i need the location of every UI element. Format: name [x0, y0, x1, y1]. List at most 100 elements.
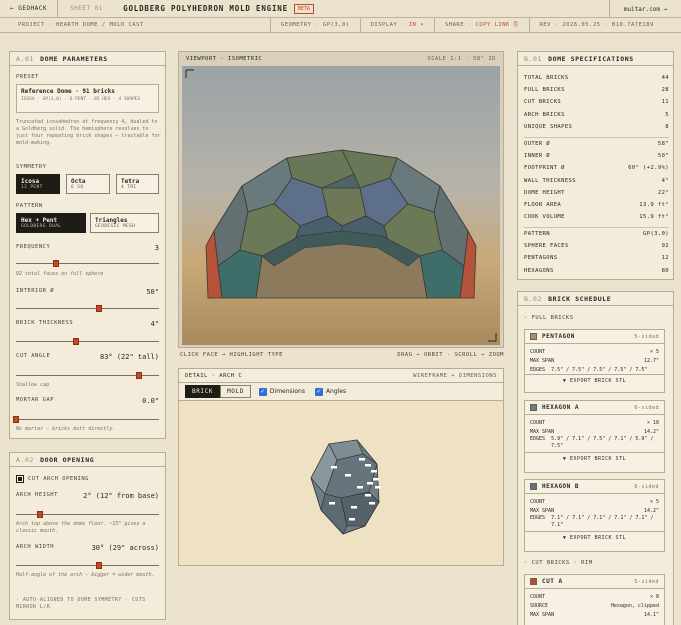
brick-schedule-panel: B.02 BRICK SCHEDULE · FULL BRICKS PENTAGO…	[517, 291, 674, 625]
dome-parameters-panel: A.01 DOME PARAMETERS PRESET Reference Dom…	[9, 51, 166, 439]
arch-height-value: 2° (12" from base)	[83, 492, 159, 500]
cut-angle-note: Shallow cap	[16, 382, 50, 388]
mortar-value: 0.0"	[142, 397, 159, 405]
viewport-panel[interactable]: VIEWPORT · ISOMETRIC SCALE 1:1 · 58" ID	[178, 51, 504, 348]
symmetry-octa[interactable]: Octa 6 SQ	[66, 174, 110, 194]
viewport-hint-right: DRAG → ORBIT · SCROLL → ZOOM	[397, 352, 504, 358]
angles-toggle[interactable]: ✓ Angles	[314, 387, 346, 396]
panel-header: A.01 DOME PARAMETERS	[10, 52, 165, 66]
spec-row: CUT BRICKS 11	[524, 99, 669, 106]
thickness-slider[interactable]	[16, 338, 159, 345]
arch-height-knob[interactable]	[37, 511, 44, 518]
brick-swatch	[530, 404, 537, 411]
cut-arch-checkbox[interactable]: CUT ARCH OPENING	[16, 475, 89, 483]
brick-detail-view[interactable]	[179, 402, 503, 565]
preset-description: Truncated icosahedron at frequency 4, du…	[16, 119, 161, 146]
frequency-note: 92 total faces on full sphere	[16, 271, 104, 277]
spec-row: FOOTPRINT Ø 60" (+2.9%)	[524, 165, 669, 172]
spec-row: HEXAGONS 80	[524, 267, 669, 274]
brick-swatch	[530, 578, 537, 585]
panel-header: B.01 DOME SPECIFICATIONS	[518, 52, 673, 66]
cut-angle-value: 83° (22" tall)	[99, 353, 159, 361]
beta-badge: BETA	[293, 3, 314, 14]
pattern-triangles[interactable]: Triangles GEODESIC MESH	[90, 213, 159, 233]
brick-card-cut-a[interactable]: CUT A 5-sided COUNT × 8 SOURCE Hexagon, cli…	[524, 574, 665, 625]
export-stl-button[interactable]: ▼ EXPORT BRICK STL	[525, 531, 664, 543]
site-link[interactable]: muitar.com →	[609, 0, 681, 18]
arch-width-row: ARCH WIDTH 30° (29" across)	[16, 544, 159, 552]
spec-row: COOK VOLUME 15.9 ft³	[524, 214, 669, 221]
full-bricks-label: · FULL BRICKS	[524, 315, 574, 321]
tab-mold[interactable]: MOLD	[220, 385, 251, 398]
arch-width-knob[interactable]	[95, 562, 102, 569]
frequency-knob[interactable]	[53, 260, 60, 267]
spec-row: WALL THICKNESS 4"	[524, 177, 669, 184]
specs-group-pattern: PATTERN GP(3,0) SPHERE FACES 92 PENTAGONS 1…	[524, 227, 669, 277]
dome-specifications-panel: B.01 DOME SPECIFICATIONS TOTAL BRICKS 44 F…	[517, 51, 674, 280]
pattern-label: PATTERN	[16, 203, 43, 209]
interior-knob[interactable]	[95, 305, 102, 312]
geometry-readout: GEOMETRY · GP(3,0)	[270, 17, 360, 33]
spec-row: INNER Ø 50"	[524, 153, 669, 160]
checkbox-icon[interactable]	[16, 475, 24, 483]
arch-height-slider[interactable]	[16, 511, 159, 518]
export-stl-button[interactable]: ▼ EXPORT BRICK STL	[525, 452, 664, 464]
specs-group-dimensions: OUTER Ø 58" INNER Ø 50" FOOTPRINT Ø 60" (+2…	[524, 137, 669, 223]
brick-card-hexagon-a[interactable]: HEXAGON A 6-sided COUNT × 18 MAX SPAN 14.2"…	[524, 400, 665, 473]
preset-subtitle: ICOSA · GP(3,0) · 6 PENT · 85 HEX · 4 SH…	[21, 97, 141, 102]
export-stl-button[interactable]: ▼ EXPORT BRICK STL	[525, 374, 664, 386]
brick-card-pentagon[interactable]: PENTAGON 5-sided COUNT × 5 MAX SPAN 12.7" E…	[524, 329, 665, 393]
symmetry-icosa[interactable]: Icosa 12 PENT	[16, 174, 60, 194]
brick-swatch	[530, 483, 537, 490]
arch-height-note: Arch top above the dome floor. ~15° give…	[16, 521, 146, 534]
mortar-slider[interactable]	[13, 416, 159, 423]
detail-panel: DETAIL · ARCH C WIREFRAME + DIMENSIONS B…	[178, 368, 504, 566]
viewport-scale: SCALE 1:1 · 58" ID	[427, 56, 496, 62]
spec-row: UNIQUE SHAPES 8	[524, 123, 669, 130]
mortar-row: MORTAR GAP 0.0"	[16, 397, 159, 405]
spec-row: DOME HEIGHT 22"	[524, 189, 669, 196]
project-label: PROJECT · HEARTH DOME / MOLD CAST	[18, 22, 144, 28]
spec-row: TOTAL BRICKS 44	[524, 75, 669, 82]
check-icon: ✓	[314, 387, 323, 396]
detail-header: DETAIL · ARCH C WIREFRAME + DIMENSIONS	[179, 369, 503, 383]
thickness-knob[interactable]	[73, 338, 80, 345]
panel-header: B.02 BRICK SCHEDULE	[518, 292, 673, 306]
cut-angle-slider[interactable]	[16, 372, 159, 379]
brick-swatch	[530, 333, 537, 340]
dome-3d-view[interactable]	[182, 66, 500, 345]
app-title: GOLDBERG POLYHEDRON MOLD ENGINE	[123, 4, 288, 13]
viewport-label: VIEWPORT · ISOMETRIC	[186, 56, 263, 62]
top-bar: ← GEOHACK SHEET 01 · GOLDBERG POLYHEDRON…	[0, 0, 681, 18]
arch-height-row: ARCH HEIGHT 2° (12" from base)	[16, 492, 159, 500]
spec-row: ARCH BRICKS 5	[524, 111, 669, 118]
spec-row: PATTERN GP(3,0)	[524, 231, 669, 238]
thickness-value: 4"	[150, 320, 159, 328]
revision-label: REV · 2026.05.25 · B10.7A7E189	[528, 17, 664, 33]
pattern-hex-pent[interactable]: Hex + Pent GOLDBERG DUAL	[16, 213, 86, 233]
tab-brick[interactable]: BRICK	[185, 385, 221, 398]
cut-angle-knob[interactable]	[135, 372, 142, 379]
spec-row: PENTAGONS 12	[524, 255, 669, 262]
spec-row: SPHERE FACES 92	[524, 243, 669, 250]
share-button[interactable]: SHARE · COPY LINK ⎘	[433, 17, 529, 33]
brick-card-hexagon-b[interactable]: HEXAGON B 6-sided COUNT × 5 MAX SPAN 14.2" …	[524, 479, 665, 552]
arch-width-note: Half-angle of the arch — bigger = wider …	[16, 572, 155, 578]
frequency-slider[interactable]	[16, 260, 159, 267]
arch-width-slider[interactable]	[16, 562, 159, 569]
symmetry-label: SYMMETRY	[16, 164, 47, 170]
check-icon: ✓	[258, 387, 267, 396]
preset-label: PRESET	[16, 74, 39, 80]
spec-row: FLOOR AREA 13.9 ft²	[524, 202, 669, 209]
detail-mode: WIREFRAME + DIMENSIONS	[413, 372, 497, 379]
dimensions-toggle[interactable]: ✓ Dimensions	[258, 387, 305, 396]
cut-angle-row: CUT ANGLE 83° (22" tall)	[16, 353, 159, 361]
back-button[interactable]: ← GEOHACK	[0, 0, 58, 18]
panel-header: A.02 DOOR OPENING	[10, 453, 165, 467]
sub-bar: PROJECT · HEARTH DOME / MOLD CAST GEOMET…	[0, 17, 681, 33]
symmetry-tetra[interactable]: Tetra 4 TRI	[116, 174, 159, 194]
interior-slider[interactable]	[16, 305, 159, 312]
mortar-knob[interactable]	[13, 416, 19, 423]
preset-selector[interactable]: Reference Dome · 91 bricks ICOSA · GP(3,…	[16, 84, 159, 113]
display-dropdown[interactable]: DISPLAY · IN ▾	[359, 17, 434, 33]
